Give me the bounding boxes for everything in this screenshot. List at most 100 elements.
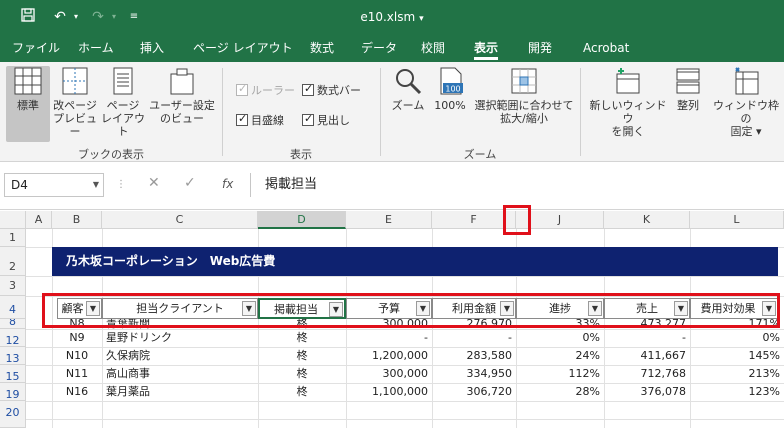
table-cell[interactable]: 712,768	[604, 365, 690, 383]
column-header-e[interactable]: E	[346, 211, 432, 229]
table-cell[interactable]: 145%	[690, 347, 784, 365]
cancel-icon[interactable]: ✕	[148, 175, 160, 191]
column-header-l[interactable]: L	[690, 211, 784, 229]
name-box[interactable]: D4 ▼	[4, 173, 104, 197]
table-cell[interactable]: N16	[52, 383, 102, 401]
normal-view-label: 標準	[17, 99, 39, 112]
gridline	[26, 276, 784, 277]
table-cell[interactable]: 123%	[690, 383, 784, 401]
table-cell[interactable]: 葉月薬品	[102, 383, 258, 401]
formula-input[interactable]: 掲載担当	[250, 173, 780, 197]
table-cell[interactable]: 283,580	[432, 347, 516, 365]
tab-file[interactable]: ファイル	[12, 34, 60, 62]
tab-page-layout[interactable]: ページ レイアウト	[193, 34, 293, 62]
arrange-all-button[interactable]: 整列	[670, 66, 706, 112]
freeze-panes-label-2: 固定	[730, 125, 753, 138]
zoom-100-button[interactable]: 100 100%	[430, 66, 470, 112]
table-cell[interactable]: -	[432, 329, 516, 347]
arrange-all-label: 整列	[677, 99, 699, 112]
tab-acrobat[interactable]: Acrobat	[583, 34, 629, 62]
table-cell[interactable]: 柊	[258, 347, 346, 365]
tab-review[interactable]: 校閲	[421, 34, 445, 62]
table-cell[interactable]: 1,100,000	[346, 383, 432, 401]
sheet-title-banner[interactable]: 乃木坂コーポレーション Web広告費	[52, 247, 778, 276]
table-cell[interactable]: 213%	[690, 365, 784, 383]
table-cell[interactable]: N9	[52, 329, 102, 347]
table-cell[interactable]: 柊	[258, 383, 346, 401]
tab-developer[interactable]: 開発	[528, 34, 552, 62]
zoom-button[interactable]: ズーム	[388, 66, 428, 112]
formula-bar-checkbox[interactable]: 数式バー	[302, 82, 361, 98]
checkbox-checked-icon	[236, 82, 248, 96]
row-header-20[interactable]: 20	[0, 401, 26, 428]
formula-bar-splitter-icon[interactable]: ⋮	[116, 179, 126, 190]
column-header-b[interactable]: B	[52, 211, 102, 229]
table-cell[interactable]: 376,078	[604, 383, 690, 401]
page-layout-view-button[interactable]: ページ レイアウト	[100, 66, 146, 138]
table-cell[interactable]: 306,720	[432, 383, 516, 401]
tab-insert[interactable]: 挿入	[140, 34, 164, 62]
zoom-100-icon: 100	[440, 67, 463, 95]
ruler-checkbox[interactable]: ルーラー	[236, 82, 295, 98]
row-header-15[interactable]: 15	[0, 365, 26, 383]
worksheet-grid[interactable]: A B C D E F J K L 1 2 3 4 8 12 13 15 19 …	[0, 205, 784, 428]
table-cell[interactable]: 28%	[516, 383, 604, 401]
table-cell[interactable]: N10	[52, 347, 102, 365]
hidden-columns-highlight	[503, 205, 531, 235]
table-cell[interactable]: 1,200,000	[346, 347, 432, 365]
new-window-button[interactable]: 新しいウィンドウ を開く	[586, 66, 670, 138]
svg-text:100: 100	[445, 85, 460, 94]
table-cell[interactable]: 300,000	[346, 365, 432, 383]
row-header-19[interactable]: 19	[0, 383, 26, 401]
group-separator	[580, 68, 581, 156]
freeze-panes-label-1: ウィンドウ枠の	[713, 99, 779, 125]
table-cell[interactable]: -	[604, 329, 690, 347]
table-cell[interactable]: 久保病院	[102, 347, 258, 365]
tab-formulas[interactable]: 数式	[310, 34, 334, 62]
column-header-a[interactable]: A	[26, 211, 52, 229]
checkbox-checked-icon	[302, 82, 314, 96]
insert-function-icon[interactable]: fx	[222, 177, 233, 191]
freeze-panes-button[interactable]: ウィンドウ枠の 固定 ▾	[708, 66, 784, 138]
chevron-down-icon: ▾	[752, 125, 762, 138]
custom-views-label-2: のビュー	[160, 112, 204, 125]
tab-home[interactable]: ホーム	[78, 34, 114, 62]
column-header-c[interactable]: C	[102, 211, 258, 229]
row-header-2[interactable]: 2	[0, 247, 26, 276]
zoom-to-selection-button[interactable]: 選択範囲に合わせて 拡大/縮小	[472, 66, 576, 125]
column-header-d[interactable]: D	[258, 211, 346, 229]
normal-view-button[interactable]: 標準	[6, 66, 50, 142]
table-cell[interactable]: 411,667	[604, 347, 690, 365]
table-cell[interactable]: 高山商事	[102, 365, 258, 383]
row-header-8[interactable]: 8	[0, 319, 26, 329]
row-header-1[interactable]: 1	[0, 229, 26, 247]
row-header-3[interactable]: 3	[0, 276, 26, 296]
page-break-preview-button[interactable]: 改ページ プレビュー	[52, 66, 98, 138]
table-cell[interactable]: 334,950	[432, 365, 516, 383]
headings-checkbox[interactable]: 見出し	[302, 112, 350, 128]
custom-views-icon	[170, 68, 194, 95]
new-window-label-2: を開く	[611, 125, 645, 138]
document-filename: e10.xlsm	[360, 10, 416, 24]
table-cell[interactable]: 0%	[516, 329, 604, 347]
table-cell[interactable]: 柊	[258, 365, 346, 383]
table-cell[interactable]: 24%	[516, 347, 604, 365]
chevron-down-icon[interactable]: ▼	[93, 174, 99, 196]
row-header-12[interactable]: 12	[0, 329, 26, 347]
table-cell[interactable]: 0%	[690, 329, 784, 347]
tab-view[interactable]: 表示	[474, 34, 499, 62]
column-header-k[interactable]: K	[604, 211, 690, 229]
row-header-13[interactable]: 13	[0, 347, 26, 365]
table-cell[interactable]: -	[346, 329, 432, 347]
tab-data[interactable]: データ	[361, 34, 397, 62]
enter-icon[interactable]: ✓	[184, 175, 196, 191]
table-cell[interactable]: 柊	[258, 329, 346, 347]
gridlines-checkbox[interactable]: 目盛線	[236, 112, 284, 128]
table-cell[interactable]: N11	[52, 365, 102, 383]
chevron-down-icon[interactable]: ▾	[419, 14, 424, 24]
select-all-corner[interactable]	[0, 211, 26, 229]
table-cell[interactable]: 星野ドリンク	[102, 329, 258, 347]
row-header-4[interactable]: 4	[0, 296, 26, 319]
table-cell[interactable]: 112%	[516, 365, 604, 383]
custom-views-button[interactable]: ユーザー設定 のビュー	[148, 66, 216, 125]
